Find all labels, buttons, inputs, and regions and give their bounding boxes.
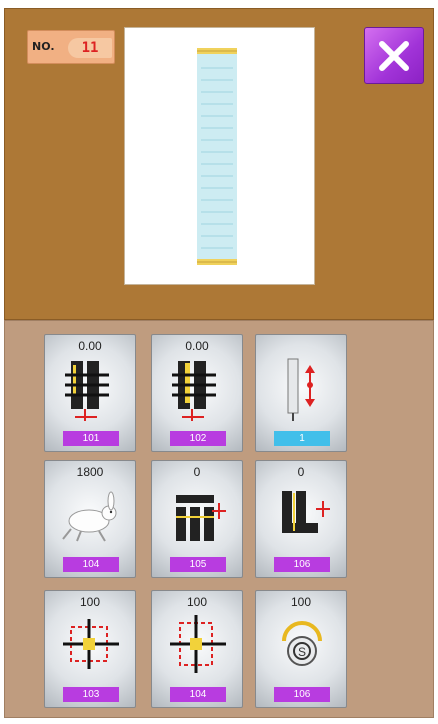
param-code: 104 xyxy=(170,687,226,702)
param-value: 0.00 xyxy=(78,339,102,353)
param-tile-stitch-width-left[interactable]: 0 106 xyxy=(255,460,347,578)
param-code: 102 xyxy=(170,431,226,446)
param-tile-needle-position[interactable]: 1 xyxy=(255,334,347,452)
close-icon xyxy=(379,40,409,71)
left-thread-tension-icon xyxy=(65,361,109,421)
screen: NO. 11 0.00 101 0.00 102 1 1800 104 0 10… xyxy=(0,0,438,724)
param-value: 0.00 xyxy=(185,339,209,353)
param-value: 100 xyxy=(186,595,208,609)
stitch-width-right-icon xyxy=(176,495,226,541)
param-value: 0 xyxy=(297,465,305,479)
param-tile-stitch-width-right[interactable]: 0 105 xyxy=(151,460,243,578)
param-tile-sewing-speed[interactable]: 1800 104 xyxy=(44,460,136,578)
pattern-number-button[interactable]: NO. 11 xyxy=(27,30,115,64)
svg-text:S: S xyxy=(298,645,306,659)
pattern-number-value: 11 xyxy=(68,38,112,58)
pattern-scale-y-icon xyxy=(170,615,226,673)
param-value: 100 xyxy=(79,595,101,609)
param-tile-left-thread-tension[interactable]: 0.00 101 xyxy=(44,334,136,452)
param-code: 105 xyxy=(170,557,226,572)
needle-position-icon xyxy=(287,358,315,421)
param-tile-right-thread-tension[interactable]: 0.00 102 xyxy=(151,334,243,452)
sewing-speed-rabbit-icon xyxy=(62,491,117,542)
param-code: 104 xyxy=(63,557,119,572)
param-value: 0 xyxy=(193,465,201,479)
param-code: 103 xyxy=(63,687,119,702)
stitch-width-left-icon xyxy=(282,491,330,533)
param-value xyxy=(256,339,346,353)
param-code: 1 xyxy=(274,431,330,446)
param-code: 106 xyxy=(274,687,330,702)
stitch-pattern-graphic xyxy=(197,48,237,265)
param-code: 106 xyxy=(274,557,330,572)
close-button[interactable] xyxy=(364,27,424,84)
param-value: 100 xyxy=(290,595,312,609)
param-tile-pattern-scale-x[interactable]: 100 103 xyxy=(44,590,136,708)
param-tile-pattern-scale-y[interactable]: 100 104 xyxy=(151,590,243,708)
pattern-number-label: NO. xyxy=(32,40,55,53)
param-value: 1800 xyxy=(76,465,104,479)
thread-trim-reset-icon: S xyxy=(282,621,322,666)
pattern-preview xyxy=(124,27,315,285)
pattern-scale-x-icon xyxy=(63,619,119,669)
right-thread-tension-icon xyxy=(172,361,216,421)
param-tile-thread-trim-reset[interactable]: 100 S 106 xyxy=(255,590,347,708)
param-code: 101 xyxy=(63,431,119,446)
